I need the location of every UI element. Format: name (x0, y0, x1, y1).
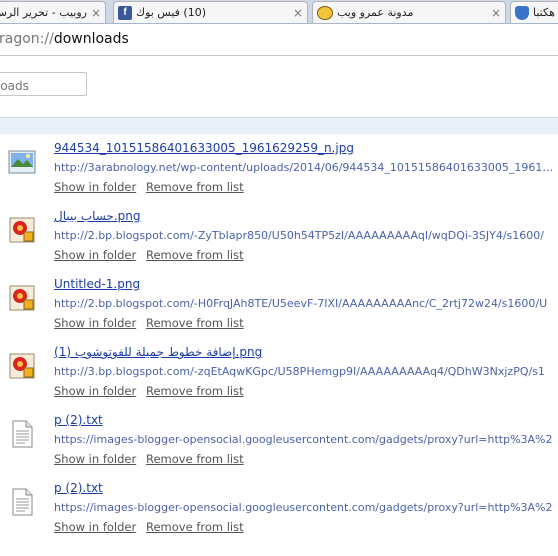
url-scheme: ragon:// (0, 31, 54, 47)
file-name-link[interactable]: p (2).txt (54, 413, 103, 427)
file-name-link[interactable]: حساب بيبال.png (54, 209, 141, 223)
search-downloads-input[interactable] (0, 72, 87, 96)
file-name-link[interactable]: 944534_10151586401633005_1961629259_n.jp… (54, 141, 354, 155)
show-in-folder-link[interactable]: Show in folder (54, 316, 136, 330)
address-url[interactable]: ragon://downloads (0, 31, 129, 47)
remove-from-list-link[interactable]: Remove from list (146, 180, 244, 194)
paint-image-icon (8, 216, 36, 244)
image-file-icon (8, 148, 36, 176)
remove-from-list-link[interactable]: Remove from list (146, 384, 244, 398)
tab-strip: روبيب - تحرير الرس × f (10) فيس بوك × مد… (0, 0, 558, 24)
text-file-icon (8, 420, 36, 448)
show-in-folder-link[interactable]: Show in folder (54, 248, 136, 262)
url-path: downloads (53, 31, 129, 47)
tab-other[interactable]: هكتبا (510, 1, 558, 23)
source-url-link[interactable]: http://2.bp.blogspot.com/-H0FrqJAh8TE/U5… (54, 297, 554, 310)
download-item: p (2).txt https://images-blogger-opensoc… (0, 478, 558, 544)
remove-from-list-link[interactable]: Remove from list (146, 316, 244, 330)
tab-blogger-editor[interactable]: روبيب - تحرير الرس × (0, 1, 106, 23)
facebook-icon: f (118, 5, 132, 20)
remove-from-list-link[interactable]: Remove from list (146, 520, 244, 534)
source-url-link[interactable]: http://3.bp.blogspot.com/-zqEtAqwKGpc/U5… (54, 365, 554, 378)
file-name-link[interactable]: إضافة خطوط جميلة للفوتوشوب (1).png (54, 345, 262, 359)
tab-title: هكتبا (533, 6, 555, 19)
tab-facebook[interactable]: f (10) فيس بوك × (113, 1, 308, 23)
owl-icon (317, 5, 333, 20)
download-item: 944534_10151586401633005_1961629259_n.jp… (0, 138, 558, 204)
show-in-folder-link[interactable]: Show in folder (54, 180, 136, 194)
remove-from-list-link[interactable]: Remove from list (146, 248, 244, 262)
file-name-link[interactable]: p (2).txt (54, 481, 103, 495)
address-bar[interactable]: ragon://downloads (0, 24, 558, 56)
paint-image-icon (8, 352, 36, 380)
tab-title: (10) فيس بوك (136, 6, 206, 19)
download-item: حساب بيبال.png http://2.bp.blogspot.com/… (0, 206, 558, 272)
shield-icon (515, 5, 529, 20)
close-icon[interactable]: × (292, 6, 304, 20)
paint-image-icon (8, 284, 36, 312)
close-icon[interactable]: × (490, 6, 502, 20)
show-in-folder-link[interactable]: Show in folder (54, 452, 136, 466)
source-url-link[interactable]: http://3arabnology.net/wp-content/upload… (54, 161, 554, 174)
tab-title: مدونة عمرو ويب (337, 6, 414, 19)
show-in-folder-link[interactable]: Show in folder (54, 384, 136, 398)
source-url-link[interactable]: http://2.bp.blogspot.com/-ZyTbIapr850/U5… (54, 229, 554, 242)
close-icon[interactable]: × (90, 6, 102, 20)
source-url-link[interactable]: https://images-blogger-opensocial.google… (54, 433, 554, 446)
download-item: p (2).txt https://images-blogger-opensoc… (0, 410, 558, 476)
downloads-date-header (0, 117, 558, 134)
source-url-link[interactable]: https://images-blogger-opensocial.google… (54, 501, 554, 514)
download-item: إضافة خطوط جميلة للفوتوشوب (1).png http:… (0, 342, 558, 408)
tab-title: روبيب - تحرير الرس (0, 6, 87, 19)
remove-from-list-link[interactable]: Remove from list (146, 452, 244, 466)
text-file-icon (8, 488, 36, 516)
file-name-link[interactable]: Untitled-1.png (54, 277, 140, 291)
download-item: Untitled-1.png http://2.bp.blogspot.com/… (0, 274, 558, 340)
show-in-folder-link[interactable]: Show in folder (54, 520, 136, 534)
tab-amr-web-blog[interactable]: مدونة عمرو ويب × (312, 1, 506, 23)
